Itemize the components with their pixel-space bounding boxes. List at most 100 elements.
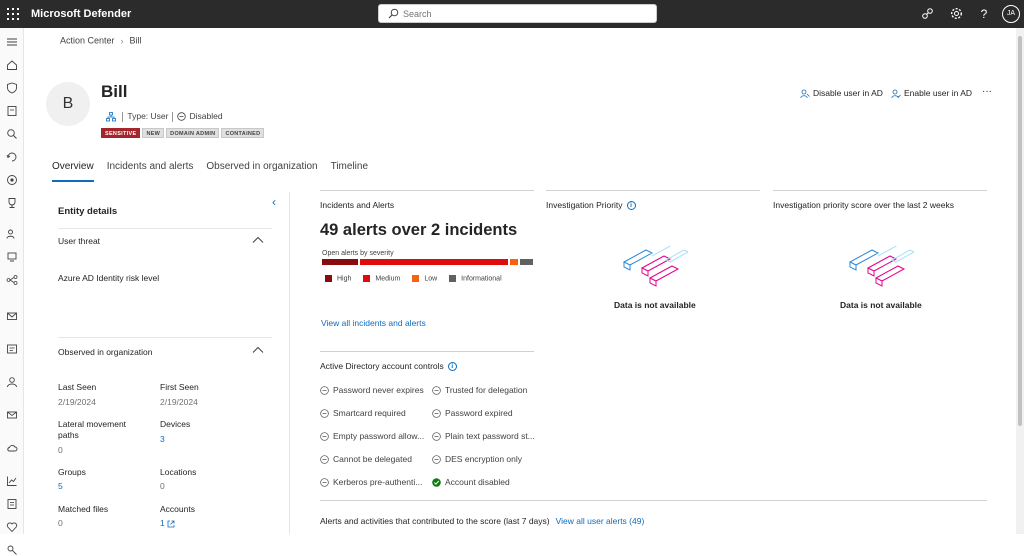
health-icon[interactable]: [6, 521, 18, 533]
ad-control-label: Password never expires: [333, 385, 424, 395]
hunting-icon[interactable]: [6, 128, 18, 140]
ad-control-label: Cannot be delegated: [333, 454, 412, 464]
entity-name: Bill: [101, 82, 128, 101]
home-icon[interactable]: [6, 59, 18, 71]
disable-user-button[interactable]: Disable user in AD: [800, 88, 883, 99]
empty-state-illustration: [622, 246, 688, 287]
last-seen-label: Last Seen: [58, 382, 97, 392]
section-divider: [58, 337, 272, 338]
ad-control-label: Account disabled: [445, 477, 510, 487]
search-input[interactable]: [403, 7, 643, 21]
azure-risk-label: Azure AD Identity risk level: [58, 273, 160, 283]
legend-label: Low: [424, 275, 438, 283]
audit-icon[interactable]: [6, 498, 18, 510]
search-box[interactable]: [378, 4, 657, 23]
groups-label: Groups: [58, 467, 86, 477]
empty-state-illustration: [848, 246, 914, 287]
minus-circle-icon: [320, 409, 329, 419]
endpoints-icon[interactable]: [6, 251, 18, 263]
entity-avatar: B: [46, 82, 90, 126]
app-title[interactable]: Microsoft Defender: [31, 8, 131, 20]
minus-circle-icon: [432, 455, 441, 465]
tab-timeline[interactable]: Timeline: [331, 161, 368, 180]
ad-control-item: Account disabled: [432, 477, 510, 488]
ad-controls-title: Active Directory account controls i: [320, 361, 457, 372]
entity-type: Type: User: [127, 111, 169, 121]
priority-score-title: Investigation priority score over the la…: [773, 200, 954, 210]
groups-link[interactable]: 5: [58, 481, 63, 491]
org-hierarchy-icon[interactable]: [106, 111, 116, 122]
app-launcher-icon[interactable]: [7, 8, 19, 20]
severity-legend: High Medium Low Informational: [325, 275, 514, 282]
identities-icon[interactable]: [6, 376, 18, 388]
section-divider: [58, 228, 272, 229]
breadcrumb-current: Bill: [129, 35, 142, 46]
view-all-user-alerts-link[interactable]: View all user alerts (49): [556, 516, 645, 526]
accounts-label: Accounts: [160, 504, 195, 514]
legend-item-low: Low: [412, 275, 437, 282]
entity-tags: SENSITIVE NEW DOMAIN ADMIN CONTAINED: [101, 127, 266, 138]
permissions-icon[interactable]: [6, 544, 18, 556]
tag-domain-admin: DOMAIN ADMIN: [166, 128, 220, 138]
secure-score-icon[interactable]: [6, 197, 18, 209]
tab-incidents-alerts[interactable]: Incidents and alerts: [107, 161, 194, 180]
chevron-up-icon[interactable]: [252, 346, 264, 354]
incidents-icon[interactable]: [6, 105, 18, 117]
hamburger-menu-icon[interactable]: [6, 36, 18, 48]
entity-meta: Type: User Disabled: [106, 111, 223, 122]
legend-swatch: [412, 275, 420, 282]
ad-control-item: Smartcard required: [320, 408, 406, 419]
minus-circle-icon: [320, 455, 329, 465]
first-seen-value: 2/19/2024: [160, 397, 198, 407]
analytics-chart-icon[interactable]: [6, 475, 18, 487]
enable-user-button[interactable]: Enable user in AD: [891, 88, 972, 99]
ad-control-label: Kerberos pre-authenti...: [333, 477, 423, 487]
breadcrumb-action-center[interactable]: Action Center: [60, 36, 115, 46]
scrollbar-thumb[interactable]: [1018, 36, 1022, 426]
mail-icon[interactable]: [6, 409, 18, 421]
enable-user-label: Enable user in AD: [904, 88, 973, 98]
tab-observed[interactable]: Observed in organization: [206, 161, 317, 180]
locations-value: 0: [160, 481, 165, 491]
priority-score-empty: Data is not available: [840, 300, 922, 310]
info-icon[interactable]: i: [626, 201, 636, 211]
view-all-incidents-link[interactable]: View all incidents and alerts: [321, 318, 426, 328]
cloud-apps-icon[interactable]: [6, 442, 18, 454]
action-center-icon[interactable]: [6, 151, 18, 163]
reports-icon[interactable]: [6, 343, 18, 355]
matched-files-value: 0: [58, 518, 63, 528]
share-icon[interactable]: [920, 7, 934, 21]
user-avatar[interactable]: JA: [1002, 5, 1020, 23]
chevron-up-icon[interactable]: [252, 236, 264, 244]
minus-circle-icon: [320, 386, 329, 396]
assets-icon[interactable]: [6, 228, 18, 240]
accounts-link[interactable]: 1: [160, 518, 175, 528]
network-icon[interactable]: [6, 274, 18, 286]
user-threat-heading[interactable]: User threat: [58, 236, 100, 246]
ad-controls-label: Active Directory account controls: [320, 361, 444, 371]
entity-tabs: Overview Incidents and alerts Observed in …: [52, 161, 381, 182]
settings-gear-icon[interactable]: [949, 7, 963, 21]
info-icon[interactable]: i: [447, 362, 457, 372]
user-remove-icon: [800, 89, 810, 98]
more-actions-button[interactable]: ···: [982, 86, 992, 97]
disable-user-label: Disable user in AD: [813, 88, 883, 98]
search-icon: [388, 8, 399, 19]
shield-icon[interactable]: [6, 82, 18, 94]
tab-overview[interactable]: Overview: [52, 161, 94, 182]
entity-status: Disabled: [189, 111, 223, 121]
collapse-panel-chevron-icon[interactable]: ‹: [272, 195, 276, 209]
devices-link[interactable]: 3: [160, 434, 165, 444]
ad-control-label: Plain text password st...: [445, 431, 535, 441]
page-scrollbar[interactable]: [1016, 28, 1024, 534]
email-collab-icon[interactable]: [6, 310, 18, 322]
legend-label: High: [337, 275, 352, 283]
ad-control-item: Kerberos pre-authenti...: [320, 477, 423, 488]
help-icon[interactable]: ?: [977, 7, 991, 21]
threat-analytics-icon[interactable]: [6, 174, 18, 186]
minus-circle-icon: [320, 432, 329, 442]
observed-heading[interactable]: Observed in organization: [58, 347, 153, 357]
lateral-movement-label: Lateral movement paths: [58, 419, 127, 440]
locations-label: Locations: [160, 467, 197, 477]
breadcrumb: Action Center › Bill: [60, 35, 142, 46]
